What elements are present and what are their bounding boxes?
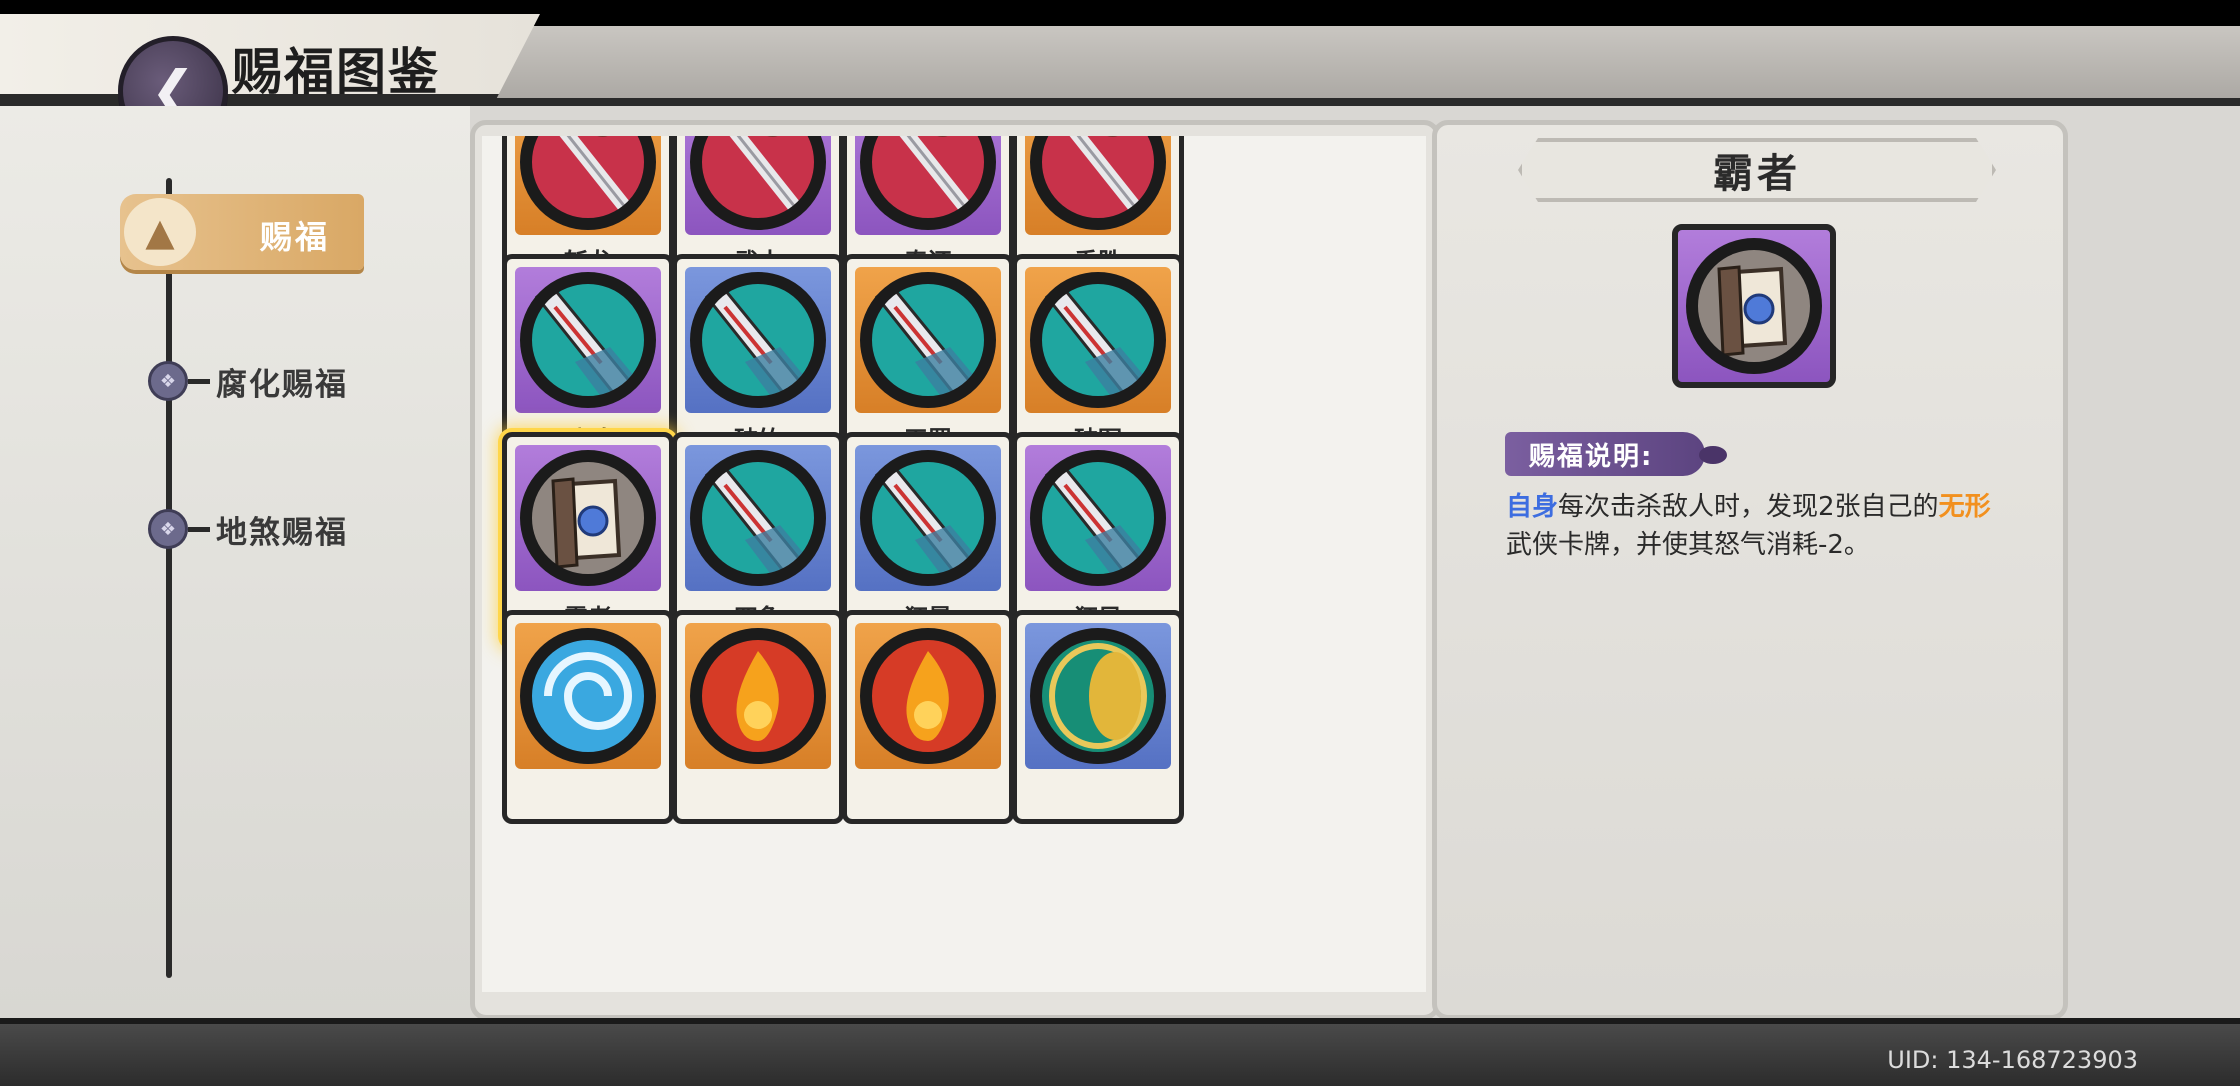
description-label-tag: 赐福说明: [1505, 432, 1727, 476]
broad-sword-icon [685, 267, 831, 413]
scroll-icon [515, 445, 661, 591]
sidebar-item-label: 地煞赐福 [216, 514, 348, 551]
sidebar-timeline [166, 178, 172, 978]
desc-keyword-formless: 无形 [1938, 492, 1991, 522]
title-plate: 赐福图鉴 [0, 14, 540, 98]
card-grid[interactable]: 斩龙武士奉还乘胜碎魂破竹天罡破军霸者四象狂暴狂风 [482, 136, 1426, 992]
page-title: 赐福图鉴 [232, 42, 440, 101]
dragon-sword-icon [1025, 136, 1171, 235]
node-icon: ❖ [148, 509, 188, 549]
node-connector [188, 526, 210, 532]
desc-text-part: 武侠卡牌，并使其怒气消耗-2。 [1506, 530, 1870, 560]
description-text: 自身每次击杀敌人时，发现2张自己的无形武侠卡牌，并使其怒气消耗-2。 [1506, 488, 2026, 564]
broad-sword-icon [855, 267, 1001, 413]
node-icon: ❖ [148, 361, 188, 401]
broad-sword-icon [1025, 267, 1171, 413]
broad-sword-icon [515, 267, 661, 413]
desc-text-part: 每次击杀敌人时，发现2张自己的 [1558, 492, 1939, 522]
flame-icon [855, 623, 1001, 769]
blessing-card[interactable] [842, 610, 1014, 824]
desc-keyword-self: 自身 [1506, 492, 1559, 522]
description-label: 赐福说明: [1529, 441, 1654, 472]
sidebar-item-earth-fiend-blessing[interactable]: ❖ 地煞赐福 [148, 504, 348, 554]
broad-sword-icon [1025, 445, 1171, 591]
flame-icon [685, 623, 831, 769]
uid-label: UID: 134-168723903 [1887, 1046, 2138, 1074]
blessing-card[interactable] [1012, 610, 1184, 824]
detail-scroll-icon [1672, 224, 1836, 388]
straw-hat-icon: ▲ [124, 198, 196, 266]
broad-sword-icon [855, 445, 1001, 591]
blessing-card[interactable] [672, 610, 844, 824]
node-connector [188, 378, 210, 384]
dragon-sword-icon [855, 136, 1001, 235]
broad-sword-icon [685, 445, 831, 591]
vortex-icon [515, 623, 661, 769]
scroll-icon [1681, 233, 1827, 379]
blessing-card[interactable] [502, 610, 674, 824]
sidebar-item-label: 腐化赐福 [216, 366, 348, 403]
detail-title-banner: 霸者 [1518, 138, 1996, 202]
detail-title: 霸者 [1713, 150, 1801, 197]
dragon-sword-icon [685, 136, 831, 235]
sidebar-item-label: 赐福 [260, 218, 331, 256]
sidebar-item-corrupted-blessing[interactable]: ❖ 腐化赐福 [148, 356, 348, 406]
dragon-sword-icon [515, 136, 661, 235]
sidebar-item-blessing[interactable]: ▲ 赐福 [120, 194, 364, 270]
drum-icon [1025, 623, 1171, 769]
